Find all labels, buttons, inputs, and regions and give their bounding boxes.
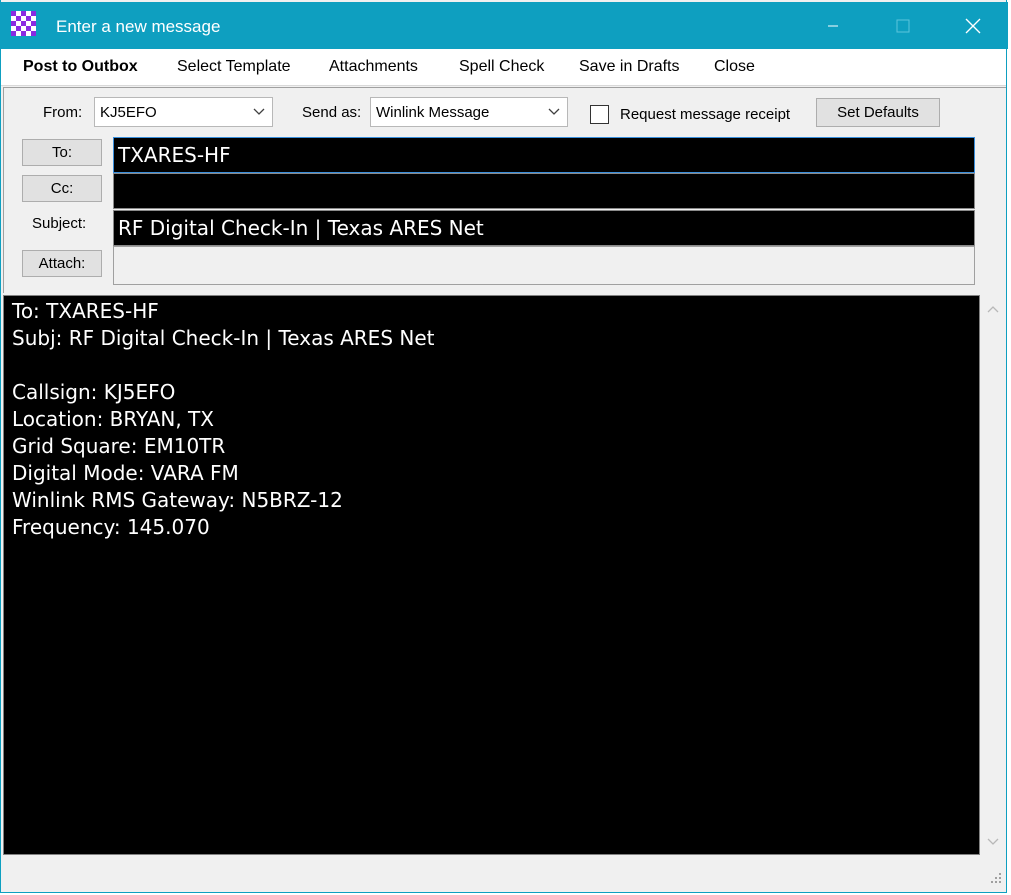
body-line: Digital Mode: VARA FM (12, 461, 239, 485)
title-bar[interactable]: Enter a new message (1, 2, 1008, 49)
request-receipt-label[interactable]: Request message receipt (620, 106, 790, 123)
chevron-up-icon[interactable] (987, 305, 999, 313)
to-button[interactable]: To: (22, 139, 102, 166)
menu-spell-check[interactable]: Spell Check (459, 58, 544, 76)
request-receipt-checkbox[interactable] (590, 105, 609, 124)
close-window-button[interactable] (938, 2, 1008, 49)
menu-attachments[interactable]: Attachments (329, 58, 418, 76)
body-line: Subj: RF Digital Check-In | Texas ARES N… (12, 326, 435, 350)
body-line: Frequency: 145.070 (12, 515, 210, 539)
menu-select-template[interactable]: Select Template (177, 58, 291, 76)
body-line: Winlink RMS Gateway: N5BRZ-12 (12, 488, 343, 512)
attach-button[interactable]: Attach: (22, 250, 102, 277)
chevron-down-icon (548, 108, 560, 115)
message-window: Enter a new message Post to Outbox Selec… (0, 0, 1008, 893)
minimize-button[interactable] (798, 2, 868, 49)
from-label: From: (43, 104, 83, 121)
close-icon (965, 18, 981, 33)
chevron-down-icon[interactable] (987, 838, 999, 846)
body-line: Location: BRYAN, TX (12, 407, 214, 431)
from-value: KJ5EFO (100, 104, 157, 121)
to-field[interactable]: TXARES-HF (113, 137, 975, 173)
menu-bar: Post to Outbox Select Template Attachmen… (1, 49, 1006, 86)
menu-save-in-drafts[interactable]: Save in Drafts (579, 58, 679, 76)
window-title: Enter a new message (56, 17, 221, 36)
send-as-select[interactable]: Winlink Message (370, 97, 568, 127)
menu-post-to-outbox[interactable]: Post to Outbox (23, 58, 138, 76)
cc-button[interactable]: Cc: (22, 175, 102, 202)
subject-field[interactable]: RF Digital Check-In | Texas ARES Net (113, 210, 975, 246)
maximize-button[interactable] (868, 2, 938, 49)
message-body[interactable]: To: TXARES-HF Subj: RF Digital Check-In … (3, 295, 980, 855)
body-line: Callsign: KJ5EFO (12, 380, 176, 404)
send-as-value: Winlink Message (376, 104, 490, 121)
minimize-icon (828, 25, 838, 26)
cc-field[interactable] (113, 173, 975, 209)
vertical-scrollbar[interactable] (980, 295, 1006, 855)
from-select[interactable]: KJ5EFO (94, 97, 273, 127)
set-defaults-button[interactable]: Set Defaults (816, 98, 940, 127)
body-line: To: TXARES-HF (12, 299, 159, 323)
send-as-label: Send as: (302, 104, 362, 121)
subject-label: Subject: (32, 215, 87, 232)
body-line: Grid Square: EM10TR (12, 434, 226, 458)
attach-field[interactable] (113, 246, 975, 285)
maximize-icon (896, 19, 910, 32)
resize-grip-icon[interactable] (987, 869, 1003, 885)
chevron-down-icon (253, 108, 265, 115)
status-bar (1, 857, 1006, 891)
checkerboard-icon (11, 11, 36, 36)
menu-close[interactable]: Close (714, 58, 755, 76)
